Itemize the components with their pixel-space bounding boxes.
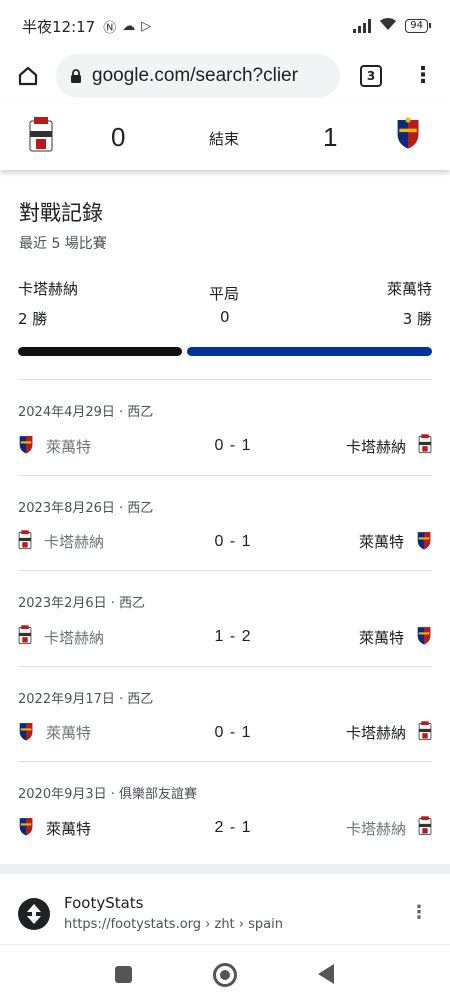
recent-apps-button[interactable] (115, 966, 132, 983)
score-header: 0 結束 1 (0, 104, 450, 170)
match-score: 1 - 2 (214, 628, 252, 645)
away-score: 1 (323, 122, 338, 152)
match-item[interactable]: 2024年4月29日 · 西乙萊萬特 0 - 1 卡塔赫納 (18, 379, 432, 475)
home-team-name: 萊萬特 (46, 724, 92, 742)
match-item[interactable]: 2020年9月3日 · 俱樂部友誼賽萊萬特 2 - 1 卡塔赫納 (18, 761, 432, 857)
lock-icon (71, 68, 81, 83)
more-menu-button[interactable]: ⋮ (412, 65, 434, 87)
right-win-bar (186, 347, 432, 356)
home-button[interactable] (0, 52, 56, 100)
signal-icon (353, 19, 372, 33)
h2h-subtitle: 最近 5 場比賽 (19, 236, 107, 252)
cartagena-crest-icon (418, 816, 432, 840)
match-date: 2023年2月6日 · 西乙 (18, 596, 146, 611)
search-result[interactable]: FootyStats https://footystats.org › zht … (0, 874, 450, 944)
right-team-label: 萊萬特 (386, 280, 432, 298)
home-icon (18, 66, 38, 86)
cartagena-crest-icon (418, 434, 432, 458)
match-list: 2024年4月29日 · 西乙 萊萬特 0 - 1 卡塔赫納 2023年8月26日 · … (18, 379, 432, 857)
section-divider (0, 864, 450, 874)
footystats-logo-icon (18, 898, 50, 930)
home-nav-button[interactable] (213, 963, 237, 987)
status-bar: 半夜12:17 Ⓝ ☁ ▷ 94 (0, 0, 450, 52)
match-date: 2024年4月29日 · 西乙 (18, 405, 154, 420)
away-team-name: 萊萬特 (358, 628, 404, 647)
home-team-name: 萊萬特 (46, 437, 92, 456)
notification-n-icon: Ⓝ (103, 20, 117, 36)
browser-toolbar: google.com/search?clier 3 ⋮ (0, 52, 450, 100)
h2h-title: 對戰記錄 (19, 201, 103, 225)
levante-crest-icon (395, 116, 421, 150)
cloud-icon: ☁ (122, 18, 136, 34)
match-date: 2022年9月17日 · 西乙 (18, 691, 154, 707)
tab-switcher-button[interactable]: 3 (360, 65, 382, 87)
match-score: 0 - 1 (214, 437, 252, 454)
draw-count: 0 (220, 308, 230, 326)
match-item[interactable]: 2023年2月6日 · 西乙卡塔赫納 1 - 2 萊萬特 (18, 570, 432, 666)
match-date: 2020年9月3日 · 俱樂部友誼賽 (18, 787, 198, 802)
left-win-bar (18, 347, 182, 356)
result-site-name[interactable]: FootyStats (64, 894, 144, 912)
right-team-wins: 3 勝 (402, 310, 432, 328)
match-status: 結束 (209, 130, 240, 148)
levante-crest-icon (18, 816, 34, 840)
home-team-name: 卡塔赫納 (44, 628, 105, 647)
match-date: 2023年8月26日 · 西乙 (18, 500, 154, 516)
levante-crest-icon (18, 721, 34, 745)
wifi-icon (379, 17, 397, 35)
away-team-name: 萊萬特 (358, 533, 404, 551)
battery-icon: 94 (405, 19, 431, 33)
cartagena-crest-icon (18, 625, 32, 649)
left-team-wins: 2 勝 (18, 310, 48, 328)
home-team-name: 萊萬特 (46, 819, 92, 838)
home-team-name: 卡塔赫納 (44, 533, 105, 551)
away-team-name: 卡塔赫納 (345, 437, 406, 456)
navigation-bar (0, 944, 450, 1000)
match-item[interactable]: 2022年9月17日 · 西乙萊萬特 0 - 1 卡塔赫納 (18, 665, 432, 762)
match-score: 0 - 1 (214, 723, 252, 741)
back-button[interactable] (318, 964, 334, 984)
match-score: 2 - 1 (214, 819, 252, 836)
cartagena-crest-icon (418, 720, 432, 745)
left-team-label: 卡塔赫納 (18, 280, 79, 298)
status-time: 半夜12:17 (22, 17, 96, 36)
play-store-icon: ▷ (141, 18, 152, 34)
levante-crest-icon (416, 530, 432, 554)
away-team-name: 卡塔赫納 (345, 819, 406, 838)
win-ratio-bar (18, 347, 432, 356)
match-score: 0 - 1 (214, 532, 252, 550)
cartagena-crest-icon (18, 529, 32, 554)
result-url: https://footystats.org › zht › spain (64, 917, 283, 932)
address-bar[interactable]: google.com/search?clier (56, 54, 340, 98)
away-team-name: 卡塔赫納 (345, 724, 406, 742)
levante-crest-icon (416, 625, 432, 649)
home-score: 0 (111, 122, 126, 152)
url-text: google.com/search?clier (92, 65, 298, 86)
match-item[interactable]: 2023年8月26日 · 西乙卡塔赫納 0 - 1 萊萬特 (18, 474, 432, 571)
draw-label: 平局 (209, 285, 240, 303)
cartagena-crest-icon (28, 117, 54, 152)
levante-crest-icon (18, 434, 34, 458)
result-more-button[interactable]: ⋮ (410, 904, 428, 922)
